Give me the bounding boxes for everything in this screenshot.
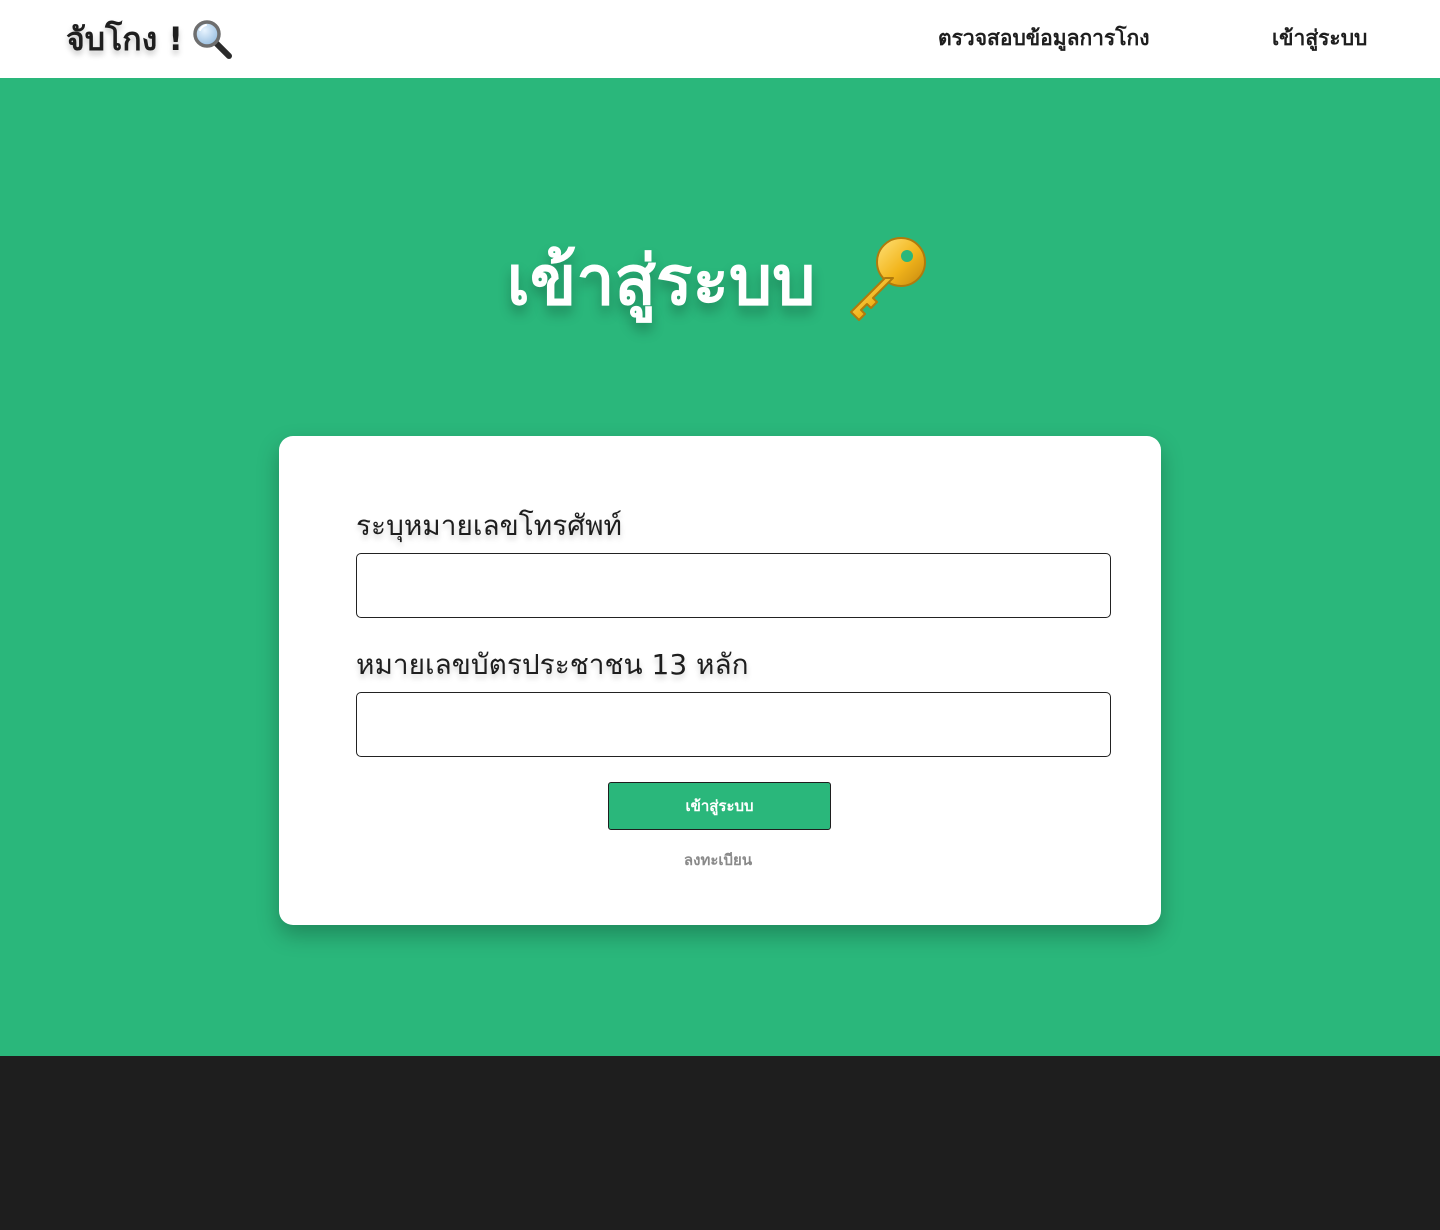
national-id-label: หมายเลขบัตรประชาชน 13 หลัก [356, 648, 749, 681]
top-navbar: จับโกง ! ตรวจสอบข้อมูลการโกง เข้าสู่ระบบ [0, 0, 1440, 78]
national-id-input[interactable] [356, 692, 1111, 757]
phone-input[interactable] [356, 553, 1111, 618]
nav-link-check-fraud[interactable]: ตรวจสอบข้อมูลการโกง [938, 22, 1150, 55]
login-hero: เข้าสู่ระบบ ระบุหมายเลขโทรศัพท์ หมายเลขบ… [0, 78, 1440, 1056]
magnifying-glass-icon [191, 18, 233, 60]
register-link[interactable]: ลงทะเบียน [279, 848, 1157, 872]
key-icon [841, 234, 933, 326]
phone-label: ระบุหมายเลขโทรศัพท์ [356, 509, 622, 542]
page-footer [0, 1056, 1440, 1230]
brand-text: จับโกง ! [66, 19, 183, 58]
login-form-card: ระบุหมายเลขโทรศัพท์ หมายเลขบัตรประชาชน 1… [279, 436, 1161, 925]
login-button[interactable]: เข้าสู่ระบบ [608, 782, 831, 830]
nav-link-login[interactable]: เข้าสู่ระบบ [1272, 22, 1367, 55]
brand-logo[interactable]: จับโกง ! [66, 14, 233, 64]
page-title-text: เข้าสู่ระบบ [506, 242, 816, 321]
page-title: เข้าสู่ระบบ [0, 226, 1440, 334]
